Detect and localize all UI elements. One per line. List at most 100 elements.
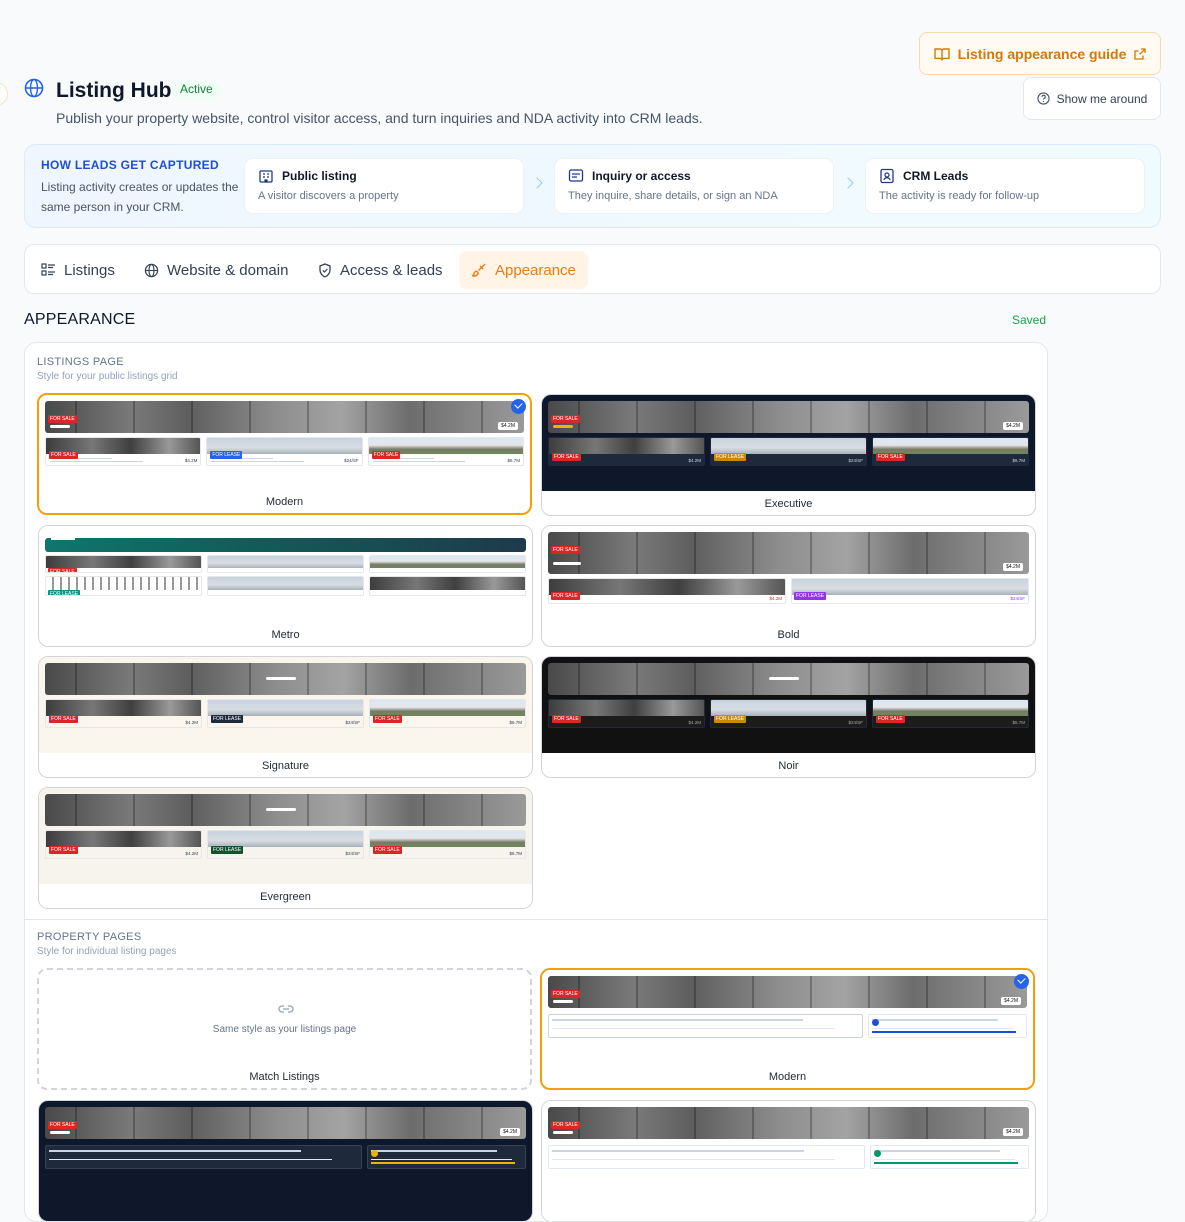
theme-name: Modern: [265, 496, 304, 508]
thumb-price: $4.2M: [688, 720, 701, 725]
list-icon: [41, 263, 55, 276]
thumb-price: $24/SF: [345, 720, 360, 725]
save-status: Saved: [1012, 313, 1047, 327]
property-theme-card-alt[interactable]: FOR SALE $4.2M: [541, 1100, 1036, 1221]
appearance-guide-button[interactable]: Listing appearance guide: [919, 32, 1161, 75]
building-icon: [259, 170, 273, 183]
status-badge: Active: [172, 81, 221, 99]
theme-card-bold[interactable]: FOR SALE $4.2M FOR SALE $4.2M FOR LEASE $24…: [541, 525, 1036, 647]
theme-card-match-listings[interactable]: Same style as your listings page Match L…: [37, 968, 532, 1090]
for-sale-badge: FOR SALE: [551, 415, 580, 423]
theme-card-executive[interactable]: FOR SALE $4.2M FOR SALE $4.2M FOR LEASE $24…: [541, 394, 1036, 516]
tab-access-leads[interactable]: Access & leads: [306, 251, 455, 289]
page-title: Listing Hub: [56, 79, 172, 102]
property-theme-card-modern[interactable]: FOR SALE $4.2M Modern: [540, 968, 1035, 1090]
for-sale-badge: FOR SALE: [48, 1121, 77, 1129]
theme-name: Evergreen: [260, 891, 311, 903]
price-tag: $4.2M: [1003, 563, 1023, 571]
guide-button-label: Listing appearance guide: [957, 45, 1127, 62]
for-sale-badge: FOR SALE: [49, 846, 78, 854]
section-title: APPEARANCE: [24, 311, 136, 328]
for-lease-badge: FOR LEASE: [211, 846, 244, 854]
listings-page-heading: LISTINGS PAGE: [37, 356, 124, 368]
step-inquiry: Inquiry or access They inquire, share de…: [555, 159, 833, 213]
tab-label: Website & domain: [167, 261, 289, 279]
theme-card-noir[interactable]: FOR SALE $4.2M FOR LEASE $24/SF FOR SALE $6…: [541, 656, 1036, 778]
thumb-price: $4.2M: [185, 720, 198, 725]
brush-icon: [471, 263, 486, 277]
side-panel-toggle[interactable]: [0, 82, 8, 106]
globe-icon: [144, 263, 159, 277]
message-icon: [568, 169, 584, 182]
for-sale-badge: FOR SALE: [551, 990, 580, 998]
thumb-price: $4.2M: [185, 851, 198, 856]
theme-card-signature[interactable]: FOR SALE $4.2M FOR LEASE $24/SF FOR SALE $6…: [38, 656, 533, 778]
tab-website-domain[interactable]: Website & domain: [132, 251, 300, 289]
property-pages-heading: PROPERTY PAGES: [37, 931, 142, 943]
for-sale-badge: FOR SALE: [371, 451, 401, 459]
tour-button-label: Show me around: [1056, 91, 1148, 106]
for-sale-badge: FOR SALE: [876, 715, 905, 723]
for-lease-badge: FOR LEASE: [48, 590, 81, 596]
for-sale-badge: FOR SALE: [876, 453, 905, 461]
for-lease-badge: FOR LEASE: [794, 592, 827, 600]
step-title: Public listing: [282, 169, 357, 183]
step-desc: They inquire, share details, or sign an …: [568, 190, 778, 202]
thumb-price: $24/SF: [345, 851, 360, 856]
for-sale-badge: FOR SALE: [49, 715, 78, 723]
thumb-price: $6.7M: [1012, 458, 1025, 463]
match-listings-text: Same style as your listings page: [212, 1024, 357, 1035]
page-subtitle: Publish your property website, control v…: [56, 110, 703, 126]
tab-appearance[interactable]: Appearance: [459, 251, 588, 289]
price-tag: $4.2M: [1003, 1128, 1023, 1136]
lead-capture-heading: HOW LEADS GET CAPTURED: [41, 158, 219, 172]
for-lease-badge: FOR LEASE: [210, 451, 243, 459]
thumb-price: $4.2M: [184, 458, 198, 463]
thumb-price: $6.7M: [507, 458, 520, 463]
for-lease-badge: FOR LEASE: [714, 715, 747, 723]
step-title: CRM Leads: [903, 169, 969, 183]
theme-card-evergreen[interactable]: FOR SALE $4.2M FOR LEASE $24/SF FOR SALE $6…: [38, 787, 533, 909]
lead-capture-description: Listing activity creates or updates the …: [41, 180, 239, 214]
contact-icon: [880, 168, 894, 184]
theme-name: Bold: [777, 629, 800, 641]
theme-name: Match Listings: [249, 1071, 320, 1083]
theme-card-modern[interactable]: FOR SALE $4.2M FOR SALE $4.2M FOR LEASE $24…: [37, 393, 532, 515]
theme-name: Modern: [768, 1071, 807, 1083]
for-sale-badge: FOR SALE: [551, 546, 580, 554]
step-desc: A visitor discovers a property: [258, 190, 399, 202]
external-link-icon: [1134, 47, 1147, 60]
tab-label: Access & leads: [340, 261, 443, 279]
price-tag: $4.2M: [500, 1128, 520, 1136]
for-sale-badge: FOR SALE: [373, 846, 402, 854]
lead-capture-banner: HOW LEADS GET CAPTURED Listing activity …: [24, 144, 1161, 228]
thumb-price: $24/SF: [848, 720, 863, 725]
thumb-price: $4.2M: [688, 458, 701, 463]
thumb-price: $24/SF: [1010, 596, 1025, 601]
for-sale-badge: FOR SALE: [552, 453, 581, 461]
link-icon: [278, 1005, 294, 1013]
appearance-panel: LISTINGS PAGE Style for your public list…: [24, 342, 1048, 1222]
for-sale-badge: FOR SALE: [48, 568, 77, 572]
property-pages-desc: Style for individual listing pages: [37, 946, 177, 957]
globe-icon: [24, 78, 44, 98]
for-sale-badge: FOR SALE: [552, 715, 581, 723]
step-desc: The activity is ready for follow-up: [879, 190, 1040, 202]
group-divider: [25, 919, 1047, 920]
thumb-price: $6.7M: [1012, 720, 1025, 725]
theme-name: Metro: [271, 629, 300, 641]
theme-name: Executive: [764, 498, 813, 510]
check-icon: [1014, 974, 1029, 989]
show-me-around-button[interactable]: Show me around: [1023, 77, 1161, 120]
check-icon: [511, 399, 526, 414]
price-tag: $4.2M: [1001, 997, 1021, 1005]
tab-label: Listings: [64, 261, 115, 279]
theme-card-metro[interactable]: FOR SALE FOR LEASE Metro: [38, 525, 533, 647]
tab-listings[interactable]: Listings: [29, 251, 127, 289]
tab-label: Appearance: [495, 261, 576, 279]
property-theme-card-executive[interactable]: FOR SALE $4.2M: [38, 1100, 533, 1221]
thumb-price: $24/SF: [848, 458, 863, 463]
for-sale-badge: FOR SALE: [551, 1121, 580, 1129]
chevron-right-icon: [842, 177, 854, 189]
book-icon: [933, 47, 950, 61]
